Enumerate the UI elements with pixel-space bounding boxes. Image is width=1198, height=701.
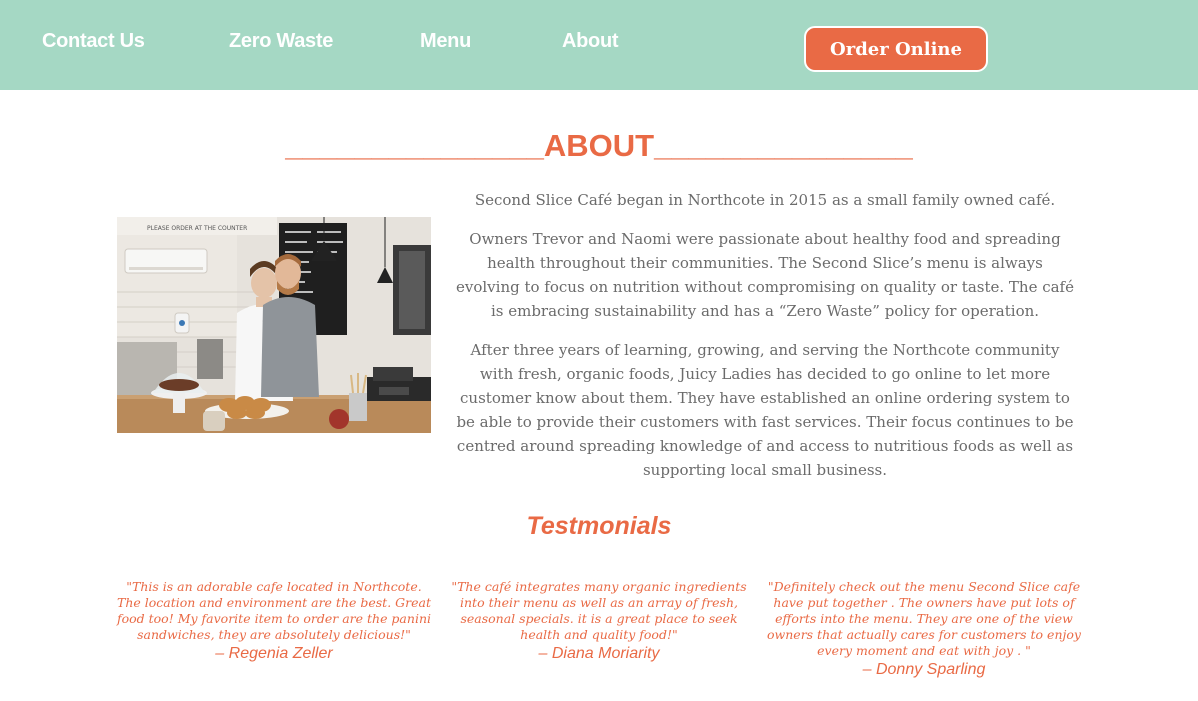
about-paragraph: Owners Trevor and Naomi were passionate … — [456, 230, 1074, 320]
cafe-owners-photo: PLEASE ORDER AT THE COUNTER — [117, 217, 431, 433]
about-heading: _______________ABOUT_______________ — [285, 128, 913, 163]
testimonial-card: "Definitely check out the menu Second Sl… — [764, 579, 1084, 680]
nav-link-zero-waste[interactable]: Zero Waste — [229, 30, 333, 53]
nav-link-menu[interactable]: Menu — [420, 30, 471, 53]
order-online-button[interactable]: Order Online — [804, 26, 988, 72]
testimonial-quote: "This is an adorable cafe located in Nor… — [116, 579, 431, 642]
testimonial-author: – Regenia Zeller — [215, 645, 333, 662]
testimonial-card: "The café integrates many organic ingred… — [446, 579, 752, 664]
testimonial-card: "This is an adorable cafe located in Nor… — [114, 579, 434, 664]
testimonials-heading: Testmonials — [526, 512, 672, 540]
photo-board-text: PLEASE ORDER AT THE COUNTER — [147, 225, 247, 232]
about-paragraph: After three years of learning, growing, … — [456, 341, 1074, 479]
about-text: Second Slice Café began in Northcote in … — [456, 188, 1074, 497]
testimonial-quote: "The café integrates many organic ingred… — [451, 579, 747, 642]
top-nav: Contact Us Zero Waste Menu About Order O… — [0, 0, 1198, 90]
nav-link-about[interactable]: About — [562, 30, 619, 53]
nav-link-contact-us[interactable]: Contact Us — [42, 30, 145, 53]
about-paragraph: Second Slice Café began in Northcote in … — [474, 191, 1056, 209]
testimonial-author: – Diana Moriarity — [538, 645, 660, 662]
testimonial-quote: "Definitely check out the menu Second Sl… — [767, 579, 1081, 658]
testimonial-author: – Donny Sparling — [862, 661, 986, 678]
